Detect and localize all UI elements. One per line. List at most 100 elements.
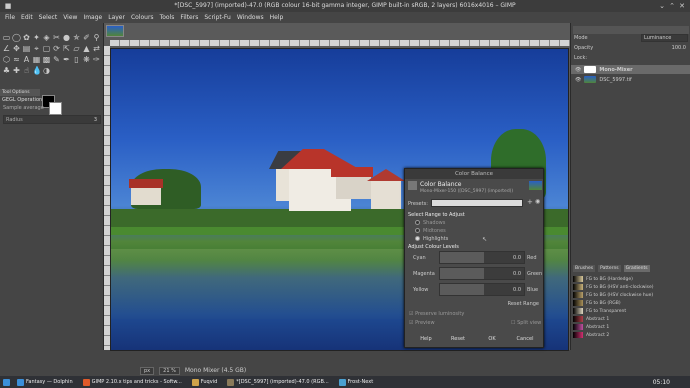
menu-script-fu[interactable]: Script-Fu — [201, 14, 234, 21]
move-icon[interactable]: ✥ — [12, 44, 21, 53]
taskbar-task[interactable]: Frost-Next — [336, 378, 377, 386]
preserve-luminosity-checkbox[interactable]: ☑ Preserve luminosity — [409, 311, 464, 317]
unified-transform-icon[interactable]: ▢ — [42, 44, 51, 53]
tab-gradients[interactable]: Gradients — [623, 265, 650, 272]
cancel-button[interactable]: Cancel — [511, 336, 539, 342]
highlights-radio[interactable] — [415, 236, 420, 241]
split-view-checkbox[interactable]: ☐ Split view — [511, 320, 541, 326]
radius-slider[interactable]: Radius 3 — [3, 115, 101, 124]
clone-icon[interactable]: ♣ — [2, 66, 11, 75]
flip-icon[interactable]: ⇄ — [92, 44, 101, 53]
opacity-value[interactable]: 100.0 — [672, 45, 686, 51]
shear-icon[interactable]: ▱ — [72, 44, 81, 53]
presets-select[interactable] — [431, 199, 523, 207]
heal-icon[interactable]: ✚ — [12, 66, 21, 75]
minimize-icon[interactable]: ⌄ — [658, 2, 666, 10]
tab-patterns[interactable]: Patterns — [598, 265, 621, 272]
close-icon[interactable]: ✕ — [678, 2, 686, 10]
reset-button[interactable]: Reset — [447, 336, 469, 342]
cage-icon[interactable]: ⬡ — [2, 55, 11, 64]
fuzzy-select-icon[interactable]: ✦ — [32, 33, 41, 42]
menu-tools[interactable]: Tools — [157, 14, 178, 21]
menu-image[interactable]: Image — [80, 14, 105, 21]
menu-filters[interactable]: Filters — [177, 14, 201, 21]
perspective-icon[interactable]: ▲ — [82, 44, 91, 53]
smudge-icon[interactable]: ☝ — [22, 66, 31, 75]
paths-icon[interactable]: ✯ — [72, 33, 81, 42]
layer-preview-thumbnail — [529, 181, 542, 190]
magenta-green-slider[interactable]: 0.0 — [439, 267, 525, 280]
scale-icon[interactable]: ⇱ — [62, 44, 71, 53]
taskbar-task[interactable]: GIMP 2.10.x tips and tricks - Softw... — [80, 378, 185, 386]
image-tab-thumbnail[interactable] — [106, 25, 124, 37]
gradient-item[interactable]: FG to BG (RGB) — [573, 299, 689, 307]
dialog-titlebar[interactable]: Color Balance — [405, 169, 543, 179]
eye-icon[interactable]: 👁 — [575, 77, 581, 83]
cyan-red-slider[interactable]: 0.0 — [439, 251, 525, 264]
add-preset-icon[interactable]: + — [527, 198, 533, 206]
sample-average-checkbox[interactable]: Sample average — [3, 105, 44, 111]
gradient-item[interactable]: FG to BG (HSV clockwise hue) — [573, 291, 689, 299]
zoom-icon[interactable]: ⚲ — [92, 33, 101, 42]
layer-row[interactable]: 👁 DSC_5997.tif — [571, 75, 690, 84]
blur-icon[interactable]: 💧 — [32, 66, 42, 75]
eraser-icon[interactable]: ▯ — [72, 55, 81, 64]
gradient-item[interactable]: FG to Transparent — [573, 307, 689, 315]
align-icon[interactable]: ▤ — [22, 44, 31, 53]
menu-colours[interactable]: Colours — [128, 14, 157, 21]
rect-select-icon[interactable]: ▭ — [2, 33, 11, 42]
gradient-item[interactable]: FG to BG (HSV anti-clockwise) — [573, 283, 689, 291]
preview-checkbox[interactable]: ☑ Preview — [409, 320, 435, 326]
gradient-item[interactable]: Abstract 2 — [573, 331, 689, 339]
menu-select[interactable]: Select — [36, 14, 61, 21]
menu-windows[interactable]: Windows — [234, 14, 267, 21]
task-app-icon — [191, 378, 199, 386]
reset-range-button[interactable]: Reset Range — [508, 301, 539, 307]
mode-select[interactable]: Luminance — [641, 34, 688, 42]
yellow-blue-slider[interactable]: 0.0 — [439, 283, 525, 296]
menu-edit[interactable]: Edit — [18, 14, 36, 21]
shadows-radio[interactable] — [415, 220, 420, 225]
gradient-item[interactable]: Abstract 1 — [573, 315, 689, 323]
app-launcher-icon[interactable] — [3, 378, 10, 386]
menu-layer[interactable]: Layer — [105, 14, 128, 21]
ink-icon[interactable]: ✑ — [92, 55, 101, 64]
measure-icon[interactable]: ∠ — [2, 44, 11, 53]
background-color-swatch[interactable] — [49, 102, 62, 115]
warp-icon[interactable]: ≈ — [12, 55, 21, 64]
preset-menu-icon[interactable]: ◉ — [535, 198, 540, 205]
menu-help[interactable]: Help — [267, 14, 287, 21]
tab-brushes[interactable]: Brushes — [573, 265, 596, 272]
crop-icon[interactable]: ⌖ — [32, 44, 41, 53]
color-picker-icon[interactable]: ✐ — [82, 33, 91, 42]
gradient-icon[interactable]: ▩ — [42, 55, 51, 64]
bucket-fill-icon[interactable]: ▦ — [32, 55, 41, 64]
ellipse-select-icon[interactable]: ◯ — [12, 33, 21, 42]
help-button[interactable]: Help — [415, 336, 437, 342]
airbrush-icon[interactable]: ❋ — [82, 55, 91, 64]
rotate-icon[interactable]: ⟳ — [52, 44, 61, 53]
taskbar-task[interactable]: Fantasy — Dolphin — [14, 378, 76, 386]
free-select-icon[interactable]: ✿ — [22, 33, 31, 42]
foreground-select-icon[interactable]: ● — [62, 33, 71, 42]
scissors-icon[interactable]: ✂ — [52, 33, 61, 42]
taskbar-task[interactable]: Fuqvid — [189, 378, 220, 386]
tab-tool-options[interactable]: Tool Options — [0, 89, 40, 96]
gradient-item[interactable]: FG to BG (Hardedge) — [573, 275, 689, 283]
midtones-radio[interactable] — [415, 228, 420, 233]
zoom-select[interactable]: 21 % — [159, 366, 180, 375]
paintbrush-icon[interactable]: ✒ — [62, 55, 71, 64]
eye-icon[interactable]: 👁 — [575, 67, 581, 73]
gradient-item[interactable]: Abstract 1 — [573, 323, 689, 331]
layer-row[interactable]: 👁 Mono-Mixer — [571, 65, 690, 74]
taskbar-task[interactable]: *[DSC_5997] (imported)-47.0 (RGB... — [224, 378, 331, 386]
maximize-icon[interactable]: ⌃ — [668, 2, 676, 10]
color-select-icon[interactable]: ◈ — [42, 33, 51, 42]
pencil-icon[interactable]: ✎ — [52, 55, 61, 64]
menu-file[interactable]: File — [2, 14, 18, 21]
text-icon[interactable]: A — [22, 55, 31, 64]
ok-button[interactable]: OK — [481, 336, 503, 342]
unit-select[interactable]: px — [140, 366, 155, 375]
menu-view[interactable]: View — [60, 14, 80, 21]
dodge-burn-icon[interactable]: ◑ — [42, 66, 51, 75]
